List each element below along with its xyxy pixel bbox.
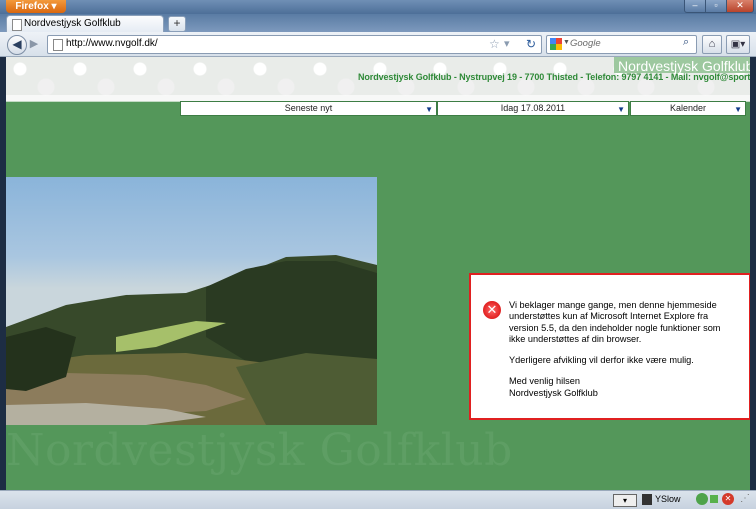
reload-icon[interactable]: ↻ [526, 37, 536, 51]
page-icon [53, 39, 63, 51]
bookmark-star-icon[interactable]: ☆ [489, 37, 500, 51]
news-dropdown[interactable]: Seneste nyt ▼ [180, 101, 437, 116]
resize-grip-icon[interactable]: ⋰ [740, 493, 750, 504]
news-dropdown-label: Seneste nyt [284, 103, 333, 113]
warning-message: Vi beklager mange gange, men denne hjemm… [509, 300, 737, 409]
forward-button[interactable]: ▶ [27, 37, 41, 51]
new-tab-button[interactable]: + [168, 16, 186, 32]
calendar-dropdown-label: Kalender [669, 103, 707, 113]
warning-line-2: Yderligere afvikling vil derfor ikke vær… [509, 355, 694, 366]
chevron-down-icon: ▼ [617, 105, 625, 114]
window-titlebar [0, 0, 756, 14]
addon-bar-icon[interactable]: ▾ [613, 494, 637, 507]
chevron-down-icon: ▼ [734, 105, 742, 114]
tab-title: Nordvestjysk Golfklub [24, 18, 121, 29]
close-window-button[interactable]: ✕ [726, 0, 754, 13]
watermark-text: Nordvestjysk Golfklub [6, 425, 513, 476]
browser-warning-dialog: ✕ Vi beklager mange gange, men denne hje… [469, 273, 750, 420]
firefox-menu-label: Firefox [15, 1, 49, 12]
calendar-dropdown[interactable]: Kalender ▼ [630, 101, 746, 116]
browser-tab[interactable]: Nordvestjysk Golfklub [6, 15, 164, 33]
maximize-button[interactable]: ▫ [705, 0, 727, 13]
chevron-down-icon: ▼ [425, 105, 433, 114]
search-placeholder[interactable]: Google [570, 38, 601, 49]
yslow-label[interactable]: YSlow [655, 494, 681, 504]
contact-info: Nordvestjysk Golfklub - Nystrupvej 19 - … [358, 72, 750, 82]
stop-icon[interactable]: ✕ [722, 493, 734, 505]
navigation-toolbar: ◀ ▶ http://www.nvgolf.dk/ ☆ ▾ ↻ ▼ Google… [0, 32, 756, 57]
firefox-menu-button[interactable]: Firefox ▾ [6, 0, 66, 13]
frog-icon[interactable] [696, 493, 708, 505]
google-icon[interactable] [550, 38, 562, 50]
feed-icon[interactable]: ▾ [504, 37, 510, 50]
today-dropdown-label: Idag 17.08.2011 [500, 103, 566, 113]
yslow-icon[interactable] [642, 494, 652, 505]
warning-line-3: Med venlig hilsen [509, 376, 580, 387]
url-text[interactable]: http://www.nvgolf.dk/ [66, 38, 158, 49]
golf-course-photo [6, 177, 377, 425]
search-icon[interactable]: ⌕ [683, 36, 689, 49]
warning-line-4: Nordvestjysk Golfklub [509, 387, 598, 398]
status-bar: ▾ YSlow ✕ ⋰ [0, 490, 756, 509]
warning-line-1: Vi beklager mange gange, men denne hjemm… [509, 300, 721, 344]
back-button[interactable]: ◀ [7, 35, 27, 55]
golf-course-scene [6, 255, 377, 425]
toolbar-menu-button[interactable]: ▣▾ [726, 35, 750, 54]
today-dropdown[interactable]: Idag 17.08.2011 ▼ [437, 101, 629, 116]
chevron-down-icon[interactable]: ▼ [563, 39, 570, 46]
page-icon [12, 19, 22, 31]
status-green-icon[interactable] [710, 495, 718, 503]
search-bar[interactable]: ▼ Google ⌕ [546, 35, 697, 54]
web-page: Nordvestjysk Golfklub Nordvestjysk Golfk… [6, 57, 750, 490]
home-button[interactable]: ⌂ [702, 35, 722, 54]
address-bar[interactable]: http://www.nvgolf.dk/ ☆ ▾ ↻ [47, 35, 542, 54]
minimize-button[interactable]: – [684, 0, 706, 13]
error-icon: ✕ [483, 301, 501, 319]
